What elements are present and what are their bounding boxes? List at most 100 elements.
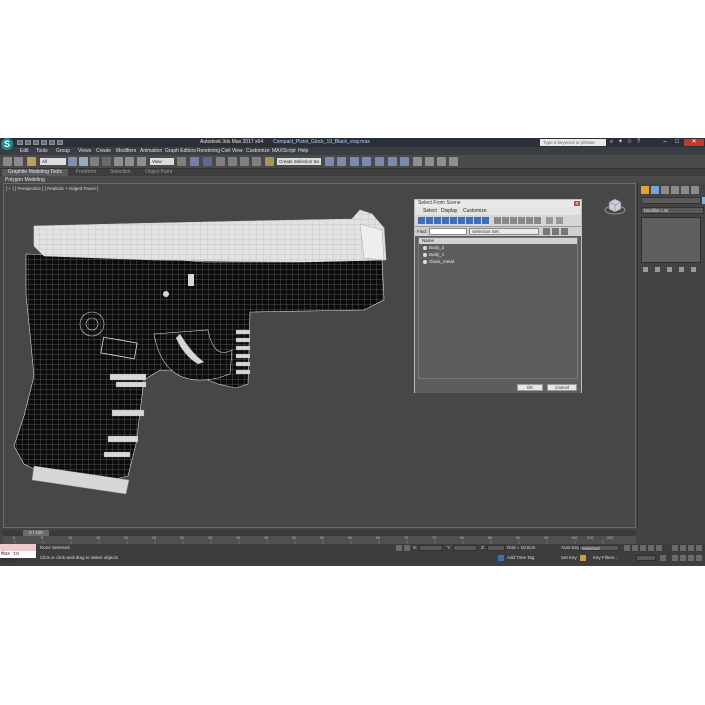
utilities-tab-icon[interactable] — [691, 186, 699, 194]
tab-freeform[interactable]: Freeform — [76, 169, 96, 176]
maximize-button[interactable]: □ — [672, 139, 682, 146]
project-folder-icon[interactable] — [57, 140, 63, 145]
tab-object-paint[interactable]: Object Paint — [145, 169, 172, 176]
dialog-close-button[interactable]: ✕ — [574, 201, 580, 206]
cancel-button[interactable]: Cancel — [547, 384, 577, 391]
edit-named-selections-icon[interactable] — [265, 157, 274, 166]
add-time-tag-label[interactable]: Add Time Tag — [507, 555, 534, 560]
maxscript-output[interactable] — [0, 544, 36, 551]
menu-edit[interactable]: Edit — [20, 148, 29, 154]
modify-tab-icon[interactable] — [651, 186, 659, 194]
modifier-list-dropdown[interactable]: Modifier List — [641, 207, 704, 214]
close-button[interactable]: ✕ — [684, 139, 704, 146]
search-input[interactable]: Type a keyword or phrase — [540, 139, 606, 146]
communication-center-icon[interactable]: ✦ — [617, 139, 624, 146]
menu-views[interactable]: Views — [78, 148, 91, 154]
select-all-icon[interactable] — [518, 217, 525, 224]
pivot-center-icon[interactable] — [177, 157, 186, 166]
create-tab-icon[interactable] — [641, 186, 649, 194]
object-name-field[interactable] — [641, 197, 701, 204]
go-to-start-icon[interactable] — [624, 545, 630, 551]
menu-modifiers[interactable]: Modifiers — [116, 148, 136, 154]
auto-key-selection-dropdown[interactable]: Selected — [579, 545, 619, 551]
filter-helpers-icon[interactable] — [450, 217, 457, 224]
layer-explorer-icon[interactable] — [362, 157, 371, 166]
isolate-selection-icon[interactable] — [396, 545, 402, 551]
select-none-icon[interactable] — [526, 217, 533, 224]
zoom-all-icon[interactable] — [680, 545, 686, 551]
field-of-view-icon[interactable] — [672, 555, 678, 561]
rotate-icon[interactable] — [125, 157, 134, 166]
play-icon[interactable] — [640, 545, 646, 551]
menu-customize[interactable]: Customize — [246, 148, 270, 154]
orbit-icon[interactable] — [688, 555, 694, 561]
auto-key-button[interactable]: Auto Key — [561, 545, 579, 550]
select-from-scene-dialog[interactable]: Select From Scene ✕ Select Display Custo… — [414, 199, 582, 393]
key-icon[interactable] — [580, 555, 586, 561]
hierarchy-tab-icon[interactable] — [661, 186, 669, 194]
filter-geometry-icon[interactable] — [418, 217, 425, 224]
dialog-menu-customize[interactable]: Customize — [463, 208, 487, 214]
dialog-menu-select[interactable]: Select — [423, 208, 437, 214]
object-list[interactable]: Name Body_2 Body_1 Glock_metal — [418, 237, 578, 379]
viewcube[interactable] — [604, 196, 626, 216]
selection-set-save-icon[interactable] — [543, 228, 550, 235]
zoom-extents-icon[interactable] — [688, 545, 694, 551]
material-editor-icon[interactable] — [413, 157, 422, 166]
rect-selection-icon[interactable] — [90, 157, 99, 166]
add-time-tag-icon[interactable] — [498, 555, 504, 561]
align-icon[interactable] — [337, 157, 346, 166]
find-input[interactable] — [429, 228, 467, 235]
scale-icon[interactable] — [137, 157, 146, 166]
percent-snap-icon[interactable] — [240, 157, 249, 166]
set-key-button[interactable]: Set Key — [561, 555, 577, 560]
undo-tool-icon[interactable] — [3, 157, 12, 166]
filter-spacewarps-icon[interactable] — [458, 217, 465, 224]
menu-tools[interactable]: Tools — [36, 148, 48, 154]
angle-snap-icon[interactable] — [228, 157, 237, 166]
menu-maxscript[interactable]: MAXScript — [272, 148, 296, 154]
time-configuration-icon[interactable] — [660, 555, 666, 561]
select-invert-icon[interactable] — [534, 217, 541, 224]
menu-group[interactable]: Group — [56, 148, 70, 154]
spinner-snap-icon[interactable] — [252, 157, 261, 166]
redo-tool-icon[interactable] — [14, 157, 23, 166]
pan-view-icon[interactable] — [680, 555, 686, 561]
motion-tab-icon[interactable] — [671, 186, 679, 194]
redo-icon[interactable] — [49, 140, 55, 145]
window-crossing-icon[interactable] — [102, 157, 111, 166]
minimize-button[interactable]: – — [660, 139, 670, 146]
select-by-name-icon[interactable] — [79, 157, 88, 166]
undo-icon[interactable] — [41, 140, 47, 145]
save-file-icon[interactable] — [33, 140, 39, 145]
selection-filter-dropdown[interactable]: All — [40, 158, 66, 165]
render-production-icon[interactable] — [449, 157, 458, 166]
move-icon[interactable] — [114, 157, 123, 166]
menu-animation[interactable]: Animation — [140, 148, 162, 154]
filter-funnel-icon[interactable] — [556, 217, 563, 224]
maxscript-listener[interactable]: Max to Physc — [0, 544, 36, 564]
filter-cameras-icon[interactable] — [442, 217, 449, 224]
previous-frame-icon[interactable] — [632, 545, 638, 551]
selection-set-dropdown[interactable]: Selection Set: — [469, 228, 539, 235]
menu-civil-view[interactable]: Civil View — [221, 148, 243, 154]
render-setup-icon[interactable] — [425, 157, 434, 166]
selection-lock-icon[interactable] — [404, 545, 410, 551]
display-tab-icon[interactable] — [681, 186, 689, 194]
invert-display-icon[interactable] — [510, 217, 517, 224]
graphite-toggle-icon[interactable] — [375, 157, 384, 166]
y-coordinate-field[interactable] — [453, 545, 477, 551]
filter-xrefs-icon[interactable] — [474, 217, 481, 224]
list-item[interactable]: Glock_metal — [419, 259, 577, 265]
filter-groups-icon[interactable] — [466, 217, 473, 224]
schematic-view-icon[interactable] — [400, 157, 409, 166]
zoom-extents-all-icon[interactable] — [696, 545, 702, 551]
app-logo-icon[interactable]: S — [1, 138, 13, 150]
trackbar[interactable]: 0 5 10 15 20 25 30 35 40 45 50 55 60 65 … — [3, 536, 636, 544]
scene-explorer-icon[interactable] — [350, 157, 359, 166]
column-header-name[interactable]: Name — [419, 238, 577, 244]
new-scene-icon[interactable] — [17, 140, 23, 145]
help-icon[interactable]: ? — [635, 139, 642, 146]
dialog-menu-display[interactable]: Display — [441, 208, 457, 214]
select-object-icon[interactable] — [68, 157, 77, 166]
